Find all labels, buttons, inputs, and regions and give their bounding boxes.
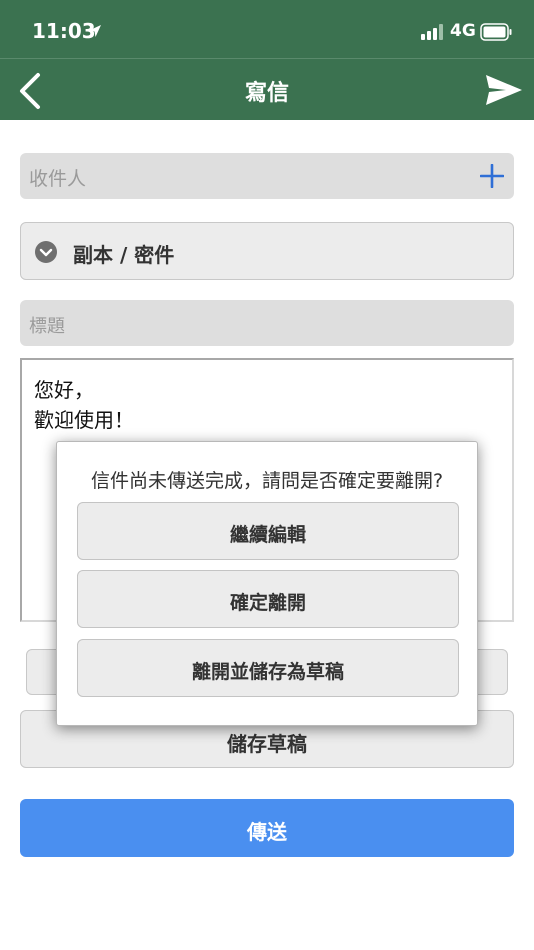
send-button[interactable]: 傳送 (20, 799, 514, 857)
status-bar: 11:03 4G (0, 0, 534, 58)
nav-bar: 寫信 (0, 58, 534, 120)
leave-save-draft-label: 離開並儲存為草稿 (191, 661, 344, 683)
leave-save-draft-button[interactable]: 離開並儲存為草稿 (77, 639, 459, 697)
body-line: 您好， (34, 378, 94, 402)
status-time: 11:03 (32, 19, 96, 43)
paper-plane-icon[interactable] (484, 71, 524, 109)
confirm-leave-label: 確定離開 (229, 592, 306, 614)
location-arrow-icon (89, 25, 101, 37)
recipient-field[interactable]: 收件人 (20, 153, 514, 199)
cc-bcc-label: 副本 / 密件 (73, 243, 175, 267)
dialog-message: 信件尚未傳送完成，請問是否確定要離開? (90, 470, 444, 492)
signal-bars-icon (421, 24, 443, 40)
continue-editing-label: 繼續編輯 (229, 524, 306, 546)
subject-field[interactable]: 標題 (20, 300, 514, 346)
chevron-down-circle-icon (35, 241, 57, 263)
send-label: 傳送 (247, 820, 287, 844)
continue-editing-button[interactable]: 繼續編輯 (77, 502, 459, 560)
body-line: 歡迎使用！ (34, 408, 134, 432)
battery-icon (480, 23, 512, 41)
subject-placeholder: 標題 (29, 316, 65, 337)
confirm-leave-button[interactable]: 確定離開 (77, 570, 459, 628)
network-label: 4G (450, 21, 476, 41)
leave-confirm-dialog: 信件尚未傳送完成，請問是否確定要離開? 繼續編輯 確定離開 離開並儲存為草稿 (56, 441, 478, 726)
save-draft-label: 儲存草稿 (227, 732, 307, 756)
recipient-placeholder: 收件人 (29, 168, 87, 190)
page-title: 寫信 (244, 81, 289, 106)
plus-icon[interactable] (480, 164, 504, 188)
cc-bcc-toggle[interactable]: 副本 / 密件 (20, 222, 514, 280)
